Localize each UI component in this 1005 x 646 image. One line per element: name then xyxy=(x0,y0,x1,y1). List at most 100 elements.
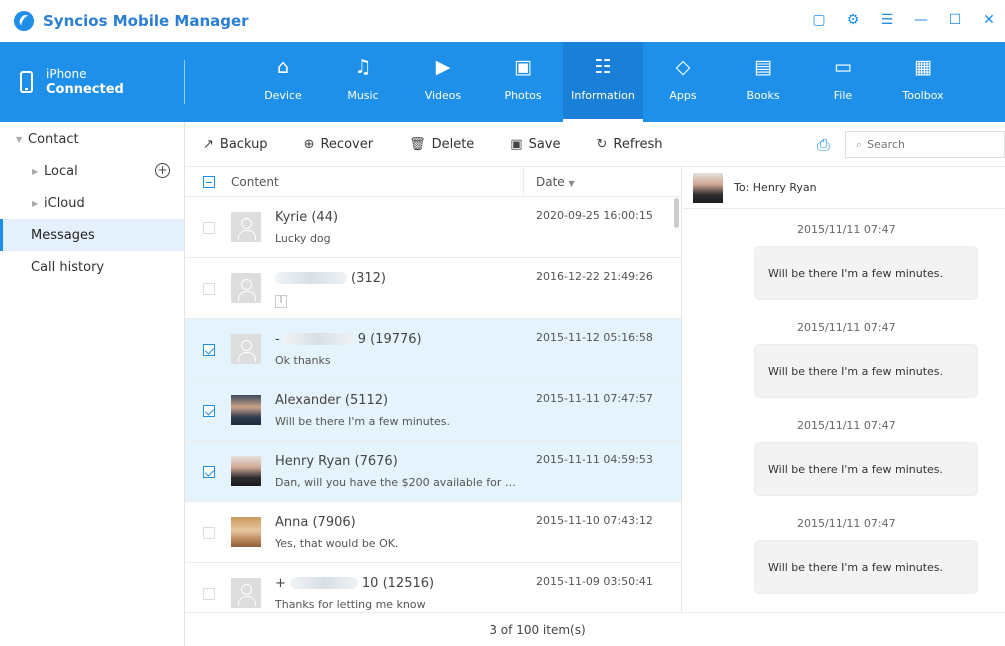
recover-button[interactable]: ⊕ Recover xyxy=(304,137,374,152)
default-avatar-icon xyxy=(231,273,261,303)
sidebar-item-contact[interactable]: ▼ Contact xyxy=(0,123,184,155)
nav-tab-toolbox[interactable]: ▦ Toolbox xyxy=(883,42,963,122)
message-time: 2015/11/11 07:47 xyxy=(797,223,896,236)
table-row[interactable]: Kyrie (44) Lucky dog 2020-09-25 16:00:15 xyxy=(185,197,681,258)
sidebar-item-call-history[interactable]: Call history xyxy=(0,251,184,283)
recipient-avatar xyxy=(693,172,723,203)
message-bubble: Will be there I'm a few minutes. xyxy=(754,246,978,300)
contact-photo-avatar xyxy=(231,456,261,486)
sort-down-icon: ▼ xyxy=(568,178,575,188)
settings-gear-icon[interactable]: ⚙ xyxy=(845,12,861,28)
list-header: Content Date ▼ xyxy=(185,167,681,197)
row-checkbox[interactable] xyxy=(203,283,215,295)
sidebar-item-label: Contact xyxy=(28,131,79,147)
thread-preview: Will be there I'm a few minutes. xyxy=(275,415,451,428)
table-row[interactable]: - 9 (19776) Ok thanks 2015-11-12 05:16:58 xyxy=(185,319,681,380)
nav-tab-apps[interactable]: ◇ Apps xyxy=(643,42,723,122)
menu-icon[interactable]: ☰ xyxy=(879,12,895,28)
sidebar-item-messages[interactable]: Messages xyxy=(0,219,184,251)
nav-tab-label: File xyxy=(833,89,853,102)
nav-tab-device[interactable]: ⌂ Device xyxy=(243,42,323,122)
select-all-checkbox[interactable] xyxy=(203,175,215,188)
nav-divider xyxy=(184,60,185,104)
column-header-content[interactable]: Content xyxy=(231,175,523,189)
row-checkbox[interactable] xyxy=(203,344,215,356)
delete-button[interactable]: 🗑 Delete xyxy=(409,137,474,152)
conversation-header: To: Henry Ryan xyxy=(683,167,1005,209)
sidebar-item-icloud[interactable]: ▶ iCloud xyxy=(0,187,184,219)
table-row[interactable]: (312) ⌇ 2016-12-22 21:49:26 xyxy=(185,258,681,319)
book-icon: ▤ xyxy=(754,56,772,78)
table-row[interactable]: +10 (12516) Thanks for letting me know 2… xyxy=(185,563,681,612)
thread-preview: Yes, that would be OK. xyxy=(275,537,399,550)
print-icon[interactable]: ⎙ xyxy=(817,135,830,155)
search-input[interactable] xyxy=(867,138,988,151)
list-scrollbar[interactable] xyxy=(674,198,679,228)
item-count: 3 of 100 item(s) xyxy=(489,622,586,637)
sidebar-item-label: Local xyxy=(44,163,78,179)
row-checkbox[interactable] xyxy=(203,466,215,478)
toolbar: ↗ Backup ⊕ Recover 🗑 Delete ▣ Save ↻ Ref… xyxy=(185,122,1005,167)
column-header-date[interactable]: Date ▼ xyxy=(536,175,575,189)
sidebar-item-label: Call history xyxy=(31,259,105,275)
redacted-number xyxy=(289,577,358,589)
delete-label: Delete xyxy=(431,136,475,152)
thread-date: 2015-11-11 04:59:53 xyxy=(536,453,653,466)
sidebar-item-label: Messages xyxy=(31,227,95,243)
close-icon[interactable]: ✕ xyxy=(981,12,997,28)
thread-name: Alexander (5112) xyxy=(275,392,389,408)
column-divider xyxy=(523,167,524,197)
phone-icon xyxy=(20,71,33,93)
message-bubble: Will be there I'm a few minutes. xyxy=(754,540,978,594)
nav-tab-label: Books xyxy=(746,89,780,102)
redacted-number xyxy=(275,272,347,284)
row-checkbox[interactable] xyxy=(203,527,215,539)
nav-tab-label: Photos xyxy=(504,89,542,102)
nav-tab-videos[interactable]: ▶ Videos xyxy=(403,42,483,122)
redacted-number xyxy=(281,333,354,345)
table-row[interactable]: Henry Ryan (7676) Dan, will you have the… xyxy=(185,441,681,502)
table-row[interactable]: Anna (7906) Yes, that would be OK. 2015-… xyxy=(185,502,681,563)
device-connection-status: Connected xyxy=(46,82,124,97)
nav-tab-label: Device xyxy=(264,89,302,102)
add-contact-button[interactable]: + xyxy=(155,163,170,178)
main-nav-bar: iPhone Connected ⌂ Device ♫ Music ▶ Vide… xyxy=(0,42,1005,122)
thread-preview: Ok thanks xyxy=(275,354,331,367)
nav-tab-file[interactable]: ▭ File xyxy=(803,42,883,122)
minimize-icon[interactable]: — xyxy=(913,12,929,28)
thread-name: (312) xyxy=(351,270,386,286)
row-checkbox[interactable] xyxy=(203,222,215,234)
row-checkbox[interactable] xyxy=(203,405,215,417)
message-block: 2015/11/11 07:47 Will be there I'm a few… xyxy=(683,307,1005,405)
nav-tab-label: Apps xyxy=(669,89,697,102)
nav-tab-books[interactable]: ▤ Books xyxy=(723,42,803,122)
backup-button[interactable]: ↗ Backup xyxy=(203,137,268,152)
nav-tab-music[interactable]: ♫ Music xyxy=(323,42,403,122)
message-block: 2015/11/11 07:47 Will be there I'm a few… xyxy=(683,503,1005,601)
refresh-label: Refresh xyxy=(613,136,663,152)
search-box: ⌕ xyxy=(845,131,1005,158)
table-row[interactable]: Alexander (5112) Will be there I'm a few… xyxy=(185,380,681,441)
nav-tab-label: Information xyxy=(571,89,635,102)
feedback-icon[interactable]: ▢ xyxy=(811,12,827,28)
device-status-panel[interactable]: iPhone Connected xyxy=(0,42,185,122)
app-title: Syncios Mobile Manager xyxy=(43,12,249,30)
sidebar-item-local[interactable]: ▶ Local + xyxy=(0,155,184,187)
apps-icon: ◇ xyxy=(675,56,691,78)
thread-date: 2016-12-22 21:49:26 xyxy=(536,270,653,283)
row-checkbox[interactable] xyxy=(203,588,215,600)
message-block: 2015/11/11 07:47 Will be there I'm a few… xyxy=(683,405,1005,503)
thread-preview: Dan, will you have the $200 available fo… xyxy=(275,476,525,489)
maximize-icon[interactable]: ☐ xyxy=(947,12,963,28)
nav-tab-photos[interactable]: ▣ Photos xyxy=(483,42,563,122)
nav-tabs: ⌂ Device ♫ Music ▶ Videos ▣ Photos ☷ Inf… xyxy=(243,42,963,122)
contact-photo-avatar xyxy=(231,517,261,547)
nav-tab-information[interactable]: ☷ Information xyxy=(563,42,643,122)
save-button[interactable]: ▣ Save xyxy=(510,137,560,152)
sidebar: ▼ Contact ▶ Local + ▶ iCloud Messages Ca… xyxy=(0,122,185,646)
sidebar-item-label: iCloud xyxy=(44,195,85,211)
thread-name: Kyrie (44) xyxy=(275,209,339,225)
thread-preview: Lucky dog xyxy=(275,232,331,245)
caret-right-icon: ▶ xyxy=(32,198,39,208)
refresh-button[interactable]: ↻ Refresh xyxy=(597,137,663,152)
